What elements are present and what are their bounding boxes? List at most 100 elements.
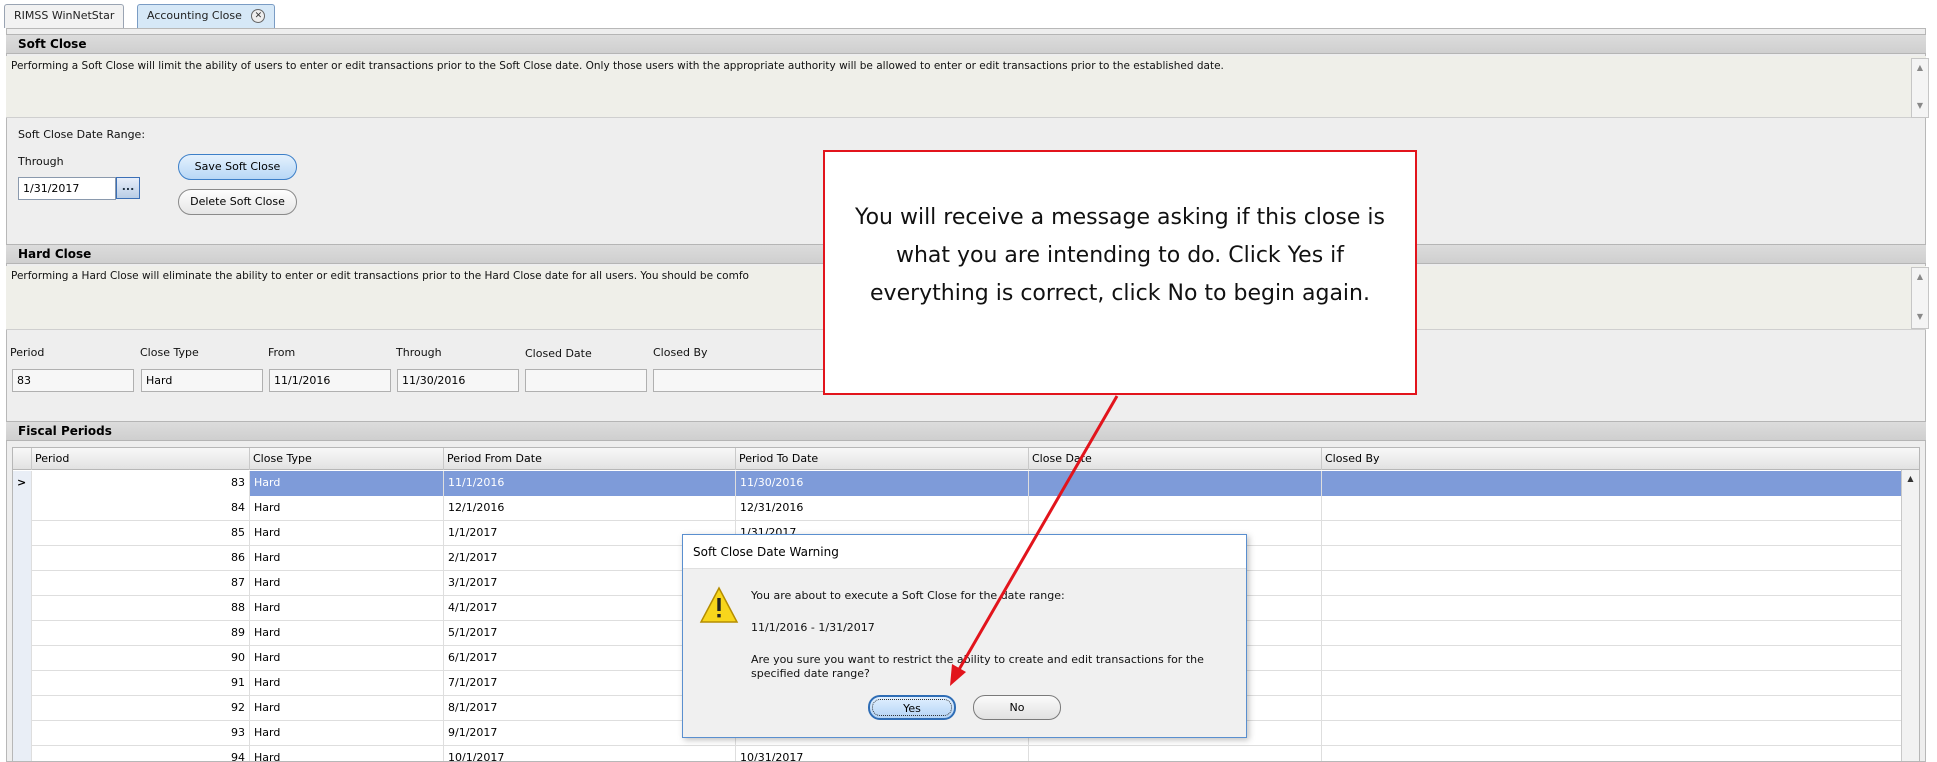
column-header-close-date[interactable]: Close Date — [1028, 448, 1321, 470]
dialog-question: Are you sure you want to restrict the ab… — [751, 653, 1204, 680]
column-header-period-to-date[interactable]: Period To Date — [735, 448, 1028, 470]
hard-close-type-field: Hard — [141, 369, 263, 392]
cell-closed-by — [1321, 746, 1903, 761]
cell-close-type: Hard — [249, 471, 443, 496]
tab-label: Accounting Close — [147, 9, 242, 22]
soft-close-header: Soft Close — [6, 34, 1926, 54]
grid-header: Period Close Type Period From Date Perio… — [13, 448, 1919, 470]
cell-closed-by — [1321, 471, 1903, 496]
hard-closed-date-label: Closed Date — [525, 347, 592, 360]
soft-close-through-input[interactable]: 1/31/2017 — [18, 177, 116, 200]
row-indicator — [13, 746, 31, 761]
row-indicator — [13, 671, 31, 696]
hard-period-field: 83 — [12, 369, 134, 392]
table-row[interactable]: 84 Hard 12/1/2016 12/31/2016 — [13, 496, 1903, 521]
cell-to: 10/31/2017 — [735, 746, 1028, 761]
hard-close-type-label: Close Type — [140, 346, 199, 359]
cell-close-date — [1028, 471, 1321, 496]
cell-closed-by — [1321, 546, 1903, 571]
yes-button[interactable]: Yes — [868, 695, 956, 720]
column-header-close-type[interactable]: Close Type — [249, 448, 443, 470]
cell-period: 85 — [31, 521, 249, 546]
soft-close-through-label: Through — [18, 155, 64, 168]
cell-closed-by — [1321, 596, 1903, 621]
date-picker-button[interactable]: ... — [116, 177, 140, 199]
cell-close-type: Hard — [249, 571, 443, 596]
cell-close-date — [1028, 496, 1321, 521]
cell-period: 86 — [31, 546, 249, 571]
row-indicator — [13, 696, 31, 721]
cell-period: 92 — [31, 696, 249, 721]
tab-label: RIMSS WinNetStar — [14, 9, 115, 22]
delete-soft-close-button[interactable]: Delete Soft Close — [178, 189, 297, 215]
cell-period: 94 — [31, 746, 249, 761]
cell-closed-by — [1321, 646, 1903, 671]
scroll-down-icon[interactable]: ▼ — [1912, 308, 1928, 326]
row-indicator — [13, 521, 31, 546]
hard-through-field: 11/30/2016 — [397, 369, 519, 392]
hard-closed-by-field — [653, 369, 825, 392]
cell-closed-by — [1321, 696, 1903, 721]
close-icon[interactable]: ✕ — [251, 9, 266, 23]
cell-period: 83 — [31, 471, 249, 496]
cell-from: 10/1/2017 — [443, 746, 735, 761]
row-indicator — [13, 721, 31, 746]
hard-close-scrollbar[interactable]: ▲ ▼ — [1911, 267, 1929, 329]
hard-through-label: Through — [396, 346, 442, 359]
cell-period: 89 — [31, 621, 249, 646]
tab-bar: RIMSS WinNetStar Accounting Close ✕ — [0, 0, 1937, 30]
dialog-date-range: 11/1/2016 - 1/31/2017 — [751, 621, 875, 634]
dialog-line-1: You are about to execute a Soft Close fo… — [751, 589, 1065, 602]
table-row[interactable]: >83 Hard 11/1/2016 11/30/2016 — [13, 471, 1903, 496]
cell-period: 91 — [31, 671, 249, 696]
soft-close-range-label: Soft Close Date Range: — [18, 128, 146, 141]
no-button[interactable]: No — [973, 695, 1061, 720]
row-indicator — [13, 646, 31, 671]
column-header-period[interactable]: Period — [31, 448, 249, 470]
cell-closed-by — [1321, 721, 1903, 746]
tab-accounting-close[interactable]: Accounting Close ✕ — [137, 4, 276, 28]
cell-period: 87 — [31, 571, 249, 596]
soft-close-description: Performing a Soft Close will limit the a… — [6, 56, 1926, 118]
scroll-up-icon[interactable]: ▲ — [1912, 59, 1928, 77]
cell-period: 84 — [31, 496, 249, 521]
cell-close-type: Hard — [249, 671, 443, 696]
cell-from: 11/1/2016 — [443, 471, 735, 496]
cell-close-type: Hard — [249, 746, 443, 761]
hard-from-field: 11/1/2016 — [269, 369, 391, 392]
cell-close-type: Hard — [249, 596, 443, 621]
hard-closed-by-label: Closed By — [653, 346, 708, 359]
scroll-up-icon[interactable]: ▲ — [1912, 268, 1928, 286]
column-header-period-from-date[interactable]: Period From Date — [443, 448, 735, 470]
cell-period: 93 — [31, 721, 249, 746]
hard-period-label: Period — [10, 346, 45, 359]
save-soft-close-button[interactable]: Save Soft Close — [178, 154, 297, 180]
cell-from: 12/1/2016 — [443, 496, 735, 521]
cell-closed-by — [1321, 671, 1903, 696]
row-indicator: > — [13, 471, 31, 496]
scroll-up-icon[interactable]: ▲ — [1902, 470, 1919, 483]
soft-close-scrollbar[interactable]: ▲ ▼ — [1911, 58, 1929, 118]
cell-closed-by — [1321, 571, 1903, 596]
row-indicator — [13, 596, 31, 621]
cell-close-type: Hard — [249, 521, 443, 546]
cell-close-type: Hard — [249, 546, 443, 571]
row-indicator — [13, 546, 31, 571]
cell-closed-by — [1321, 621, 1903, 646]
cell-close-type: Hard — [249, 721, 443, 746]
warning-icon — [699, 586, 739, 623]
callout-text: You will receive a message asking if thi… — [855, 205, 1385, 306]
column-header-closed-by[interactable]: Closed By — [1321, 448, 1903, 470]
cell-close-date — [1028, 746, 1321, 761]
scroll-down-icon[interactable]: ▼ — [1912, 97, 1928, 115]
table-row[interactable]: 94 Hard 10/1/2017 10/31/2017 — [13, 746, 1903, 761]
cell-closed-by — [1321, 496, 1903, 521]
tab-rimss-winnetstar[interactable]: RIMSS WinNetStar — [4, 4, 125, 28]
dialog-title: Soft Close Date Warning — [683, 535, 1246, 569]
cell-to: 11/30/2016 — [735, 471, 1028, 496]
grid-scrollbar[interactable]: ▲ — [1901, 470, 1919, 761]
cell-to: 12/31/2016 — [735, 496, 1028, 521]
hard-closed-date-field — [525, 369, 647, 392]
soft-close-description-text: Performing a Soft Close will limit the a… — [11, 60, 1224, 72]
row-indicator — [13, 621, 31, 646]
